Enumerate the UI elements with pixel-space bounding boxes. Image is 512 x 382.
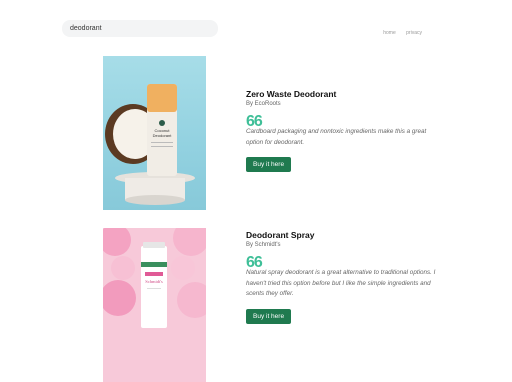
deodorant-stick-illustration: Coconut Deodorant [105,84,195,205]
product-brand: By Schmidt's [246,242,281,248]
product-description: Natural spray deodorant is a great alter… [246,269,436,297]
product-image: Schmidt's [103,228,206,382]
quote-icon: 66 [246,113,263,130]
product-description: Cardboard packaging and nontoxic ingredi… [246,128,427,146]
product-info: Deodorant Spray By Schmidt's 66 Natural … [246,230,436,324]
top-nav: home privacy [374,30,422,36]
deodorant-spray-illustration: Schmidt's [103,228,206,328]
search-input[interactable] [62,20,218,37]
product-card: Schmidt's Deodorant Spray By Schmidt's 6… [0,228,512,382]
buy-button[interactable]: Buy it here [246,157,292,172]
product-info: Zero Waste Deodorant By EcoRoots 66 Card… [246,89,436,172]
product-brand: By EcoRoots [246,101,281,107]
product-image: Coconut Deodorant [103,56,206,210]
product-title: Deodorant Spray [246,230,315,240]
product-title: Zero Waste Deodorant [246,89,337,99]
nav-link-home[interactable]: home [383,30,396,36]
image-label: Schmidt's [145,279,163,284]
product-card: Coconut Deodorant Zero Waste Deodorant B… [0,56,512,210]
image-label-line-2: Deodorant [153,133,173,138]
nav-link-privacy[interactable]: privacy [406,30,422,36]
quote-icon: 66 [246,254,263,271]
buy-button[interactable]: Buy it here [246,308,292,324]
